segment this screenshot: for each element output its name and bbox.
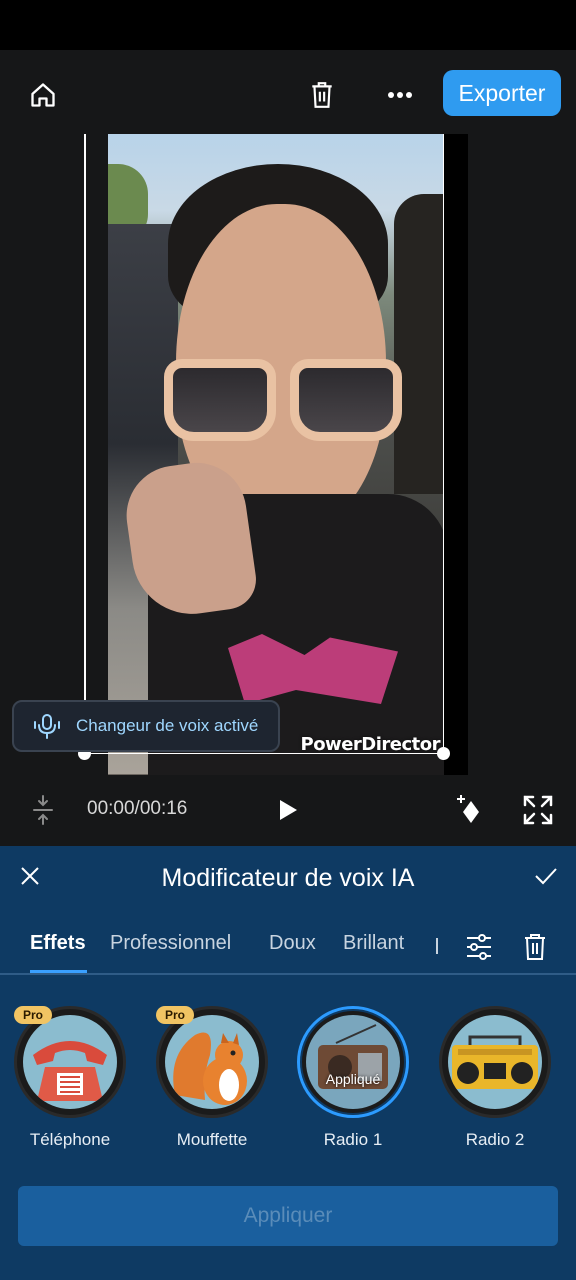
fullscreen-button[interactable] xyxy=(518,788,558,832)
tab-professionnel[interactable]: Professionnel xyxy=(110,932,231,955)
tab-brillant[interactable]: Brillant xyxy=(343,932,404,955)
status-bar xyxy=(0,0,576,50)
apply-button[interactable]: Appliquer xyxy=(18,1186,558,1246)
panel-title: Modificateur de voix IA xyxy=(161,864,415,892)
tab-separator xyxy=(436,938,438,954)
confirm-button[interactable] xyxy=(528,858,564,894)
effect-telephone[interactable]: Pro Téléphone xyxy=(10,1006,130,1150)
effect-thumbnail: Appliqué xyxy=(297,1006,409,1118)
effect-label: Téléphone xyxy=(29,1130,111,1149)
trash-icon xyxy=(312,82,332,108)
effect-mouffette[interactable]: Pro Mouffette xyxy=(152,1006,272,1150)
split-vertical-icon xyxy=(33,795,53,825)
home-icon xyxy=(31,83,55,107)
video-preview[interactable]: PowerDirector xyxy=(108,134,468,775)
more-options-button[interactable] xyxy=(377,72,423,118)
voice-modifier-panel: Modificateur de voix IA Effets Professio… xyxy=(0,846,576,1280)
play-button[interactable] xyxy=(268,788,308,832)
fullscreen-icon xyxy=(523,795,553,825)
tab-effets[interactable]: Effets xyxy=(30,932,86,955)
trim-handle-left[interactable] xyxy=(84,134,86,754)
microphone-wave-icon xyxy=(34,714,60,739)
timecode: 00:00/00:16 xyxy=(87,798,188,819)
remove-effect-button[interactable] xyxy=(518,930,552,964)
panel-header: Modificateur de voix IA xyxy=(0,846,576,916)
effect-label: Radio 1 xyxy=(323,1130,383,1149)
squirrel-icon xyxy=(173,1032,247,1105)
effect-radio-2[interactable]: Radio 2 xyxy=(435,1006,555,1150)
checkmark-icon xyxy=(535,868,557,885)
tab-doux[interactable]: Doux xyxy=(269,932,316,955)
telephone-icon xyxy=(33,1041,107,1101)
effect-label: Mouffette xyxy=(176,1130,248,1149)
play-icon xyxy=(280,800,297,820)
playback-bar: 00:00/00:16 xyxy=(0,776,576,846)
sliders-icon xyxy=(467,934,491,960)
top-toolbar: Exporter xyxy=(0,50,576,136)
delete-clip-button[interactable] xyxy=(299,72,345,118)
export-button[interactable]: Exporter xyxy=(443,70,561,116)
effect-thumbnail xyxy=(439,1006,551,1118)
trim-dot-right[interactable] xyxy=(437,747,450,760)
boombox-icon xyxy=(452,1035,538,1089)
keyframe-add-icon xyxy=(457,795,479,823)
radio-icon xyxy=(318,1024,388,1089)
home-button[interactable] xyxy=(20,72,66,118)
editor-area: Exporter PowerDirector Changeur de voix … xyxy=(0,50,576,846)
adjust-settings-button[interactable] xyxy=(462,930,496,964)
voice-changer-toast: Changeur de voix activé xyxy=(12,700,280,752)
trim-handle-right[interactable] xyxy=(443,134,444,754)
split-button[interactable] xyxy=(22,788,64,832)
video-frame xyxy=(108,134,444,775)
trim-baseline xyxy=(84,753,444,754)
effects-list: Pro Téléphone Pro Mouffette Appliqué Rad… xyxy=(0,1006,576,1156)
effect-radio-1[interactable]: Appliqué Radio 1 xyxy=(293,1006,413,1150)
watermark: PowerDirector xyxy=(300,734,441,755)
voice-toast-text: Changeur de voix activé xyxy=(76,716,259,735)
applied-label: Appliqué xyxy=(325,1071,381,1087)
keyframe-button[interactable] xyxy=(449,788,489,832)
more-horizontal-icon xyxy=(388,92,412,98)
effect-label: Radio 2 xyxy=(465,1130,525,1149)
trash-icon xyxy=(525,934,545,960)
tabs-divider xyxy=(0,973,576,975)
pro-badge: Pro xyxy=(156,1006,194,1024)
pro-badge: Pro xyxy=(14,1006,52,1024)
